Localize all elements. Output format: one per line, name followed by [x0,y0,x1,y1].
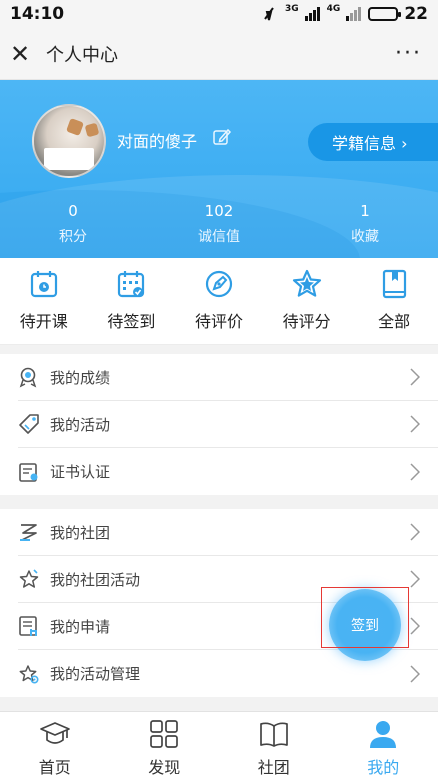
star-outline-icon [18,568,40,590]
avatar[interactable] [32,104,106,178]
tab-discover[interactable]: 发现 [110,712,220,780]
profile-header: 对面的傻子 学籍信息 › 0 积分 102 诚信值 1 收藏 [0,80,438,258]
quick-label: 待签到 [107,308,155,332]
grid-icon [148,718,180,750]
bottom-tab-bar: 首页 发现 社团 我的 [0,711,438,780]
quick-actions: 待开课 待签到 待评价 待评分 全部 [0,258,438,345]
menu-my-activities[interactable]: 我的活动 [18,401,438,448]
quick-pending-review[interactable]: 待评价 [175,258,263,344]
club-icon [18,521,40,543]
stat-favorites[interactable]: 1 收藏 [292,202,438,246]
mute-icon [261,5,279,23]
status-icons: 3G 4G 22 [261,4,428,24]
tab-label: 我的 [367,754,399,778]
status-time: 14:10 [10,4,64,24]
signal-4g-icon: 4G [327,5,341,14]
stat-value: 1 [292,202,438,220]
menu-label: 我的社团 [50,522,110,543]
chevron-right-icon [410,368,420,386]
chevron-right-icon [410,665,420,683]
book-icon [378,268,410,300]
chevron-right-icon [410,617,420,635]
search-medal-icon [18,366,40,388]
calendar-check-icon [115,268,147,300]
signal-bars-icon [305,7,321,21]
chevron-right-icon [410,415,420,433]
tab-label: 发现 [148,754,180,778]
title-bar: ✕ 个人中心 ··· [0,28,438,80]
menu-label: 证书认证 [50,461,110,482]
battery-level: 22 [404,4,428,24]
certificate-icon [18,461,40,483]
stat-value: 0 [0,202,146,220]
calendar-clock-icon [28,268,60,300]
close-icon[interactable]: ✕ [10,40,40,68]
quick-pending-score[interactable]: 待评分 [263,258,351,344]
graduation-cap-icon [39,718,71,750]
menu-label: 我的成绩 [50,367,110,388]
quick-label: 待开课 [20,308,68,332]
user-icon [367,718,399,750]
tab-clubs[interactable]: 社团 [219,712,329,780]
menu-certificates[interactable]: 证书认证 [18,448,438,495]
open-book-icon [258,718,290,750]
pen-circle-icon [203,268,235,300]
signal-bars-weak-icon [346,7,362,21]
quick-pending-checkin[interactable]: 待签到 [88,258,176,344]
chevron-right-icon [410,570,420,588]
star-gear-icon [18,663,40,685]
edit-icon[interactable] [212,127,232,147]
stat-label: 诚信值 [146,226,292,246]
stats-row: 0 积分 102 诚信值 1 收藏 [0,202,438,246]
nickname: 对面的傻子 [117,128,197,152]
stat-points[interactable]: 0 积分 [0,202,146,246]
tab-mine[interactable]: 我的 [329,712,438,780]
chevron-right-icon [410,463,420,481]
signal-3g-icon: 3G [285,5,299,14]
stat-label: 收藏 [292,226,438,246]
menu-label: 我的社团活动 [50,569,140,590]
stat-value: 102 [146,202,292,220]
menu-label: 我的活动 [50,414,110,435]
menu-my-clubs[interactable]: 我的社团 [18,509,438,556]
checkin-button[interactable]: 签到 [329,589,401,661]
quick-label: 全部 [378,308,410,332]
menu-group-1: 我的成绩 我的活动 证书认证 [0,354,438,495]
chevron-right-icon [410,523,420,541]
more-icon[interactable]: ··· [395,41,422,66]
quick-pending-course[interactable]: 待开课 [0,258,88,344]
status-bar: 14:10 3G 4G 22 [0,0,438,28]
quick-all[interactable]: 全部 [350,258,438,344]
menu-my-grades[interactable]: 我的成绩 [18,354,438,401]
star-icon [291,268,323,300]
quick-label: 待评分 [283,308,331,332]
tab-label: 首页 [39,754,71,778]
tab-label: 社团 [258,754,290,778]
battery-icon [368,7,398,21]
tab-home[interactable]: 首页 [0,712,110,780]
tag-icon [18,413,40,435]
menu-label: 我的活动管理 [50,663,140,684]
stat-label: 积分 [0,226,146,246]
quick-label: 待评价 [195,308,243,332]
menu-label: 我的申请 [50,616,110,637]
page-title: 个人中心 [46,41,118,67]
stat-credit[interactable]: 102 诚信值 [146,202,292,246]
application-icon [18,615,40,637]
student-info-button[interactable]: 学籍信息 › [308,123,438,161]
